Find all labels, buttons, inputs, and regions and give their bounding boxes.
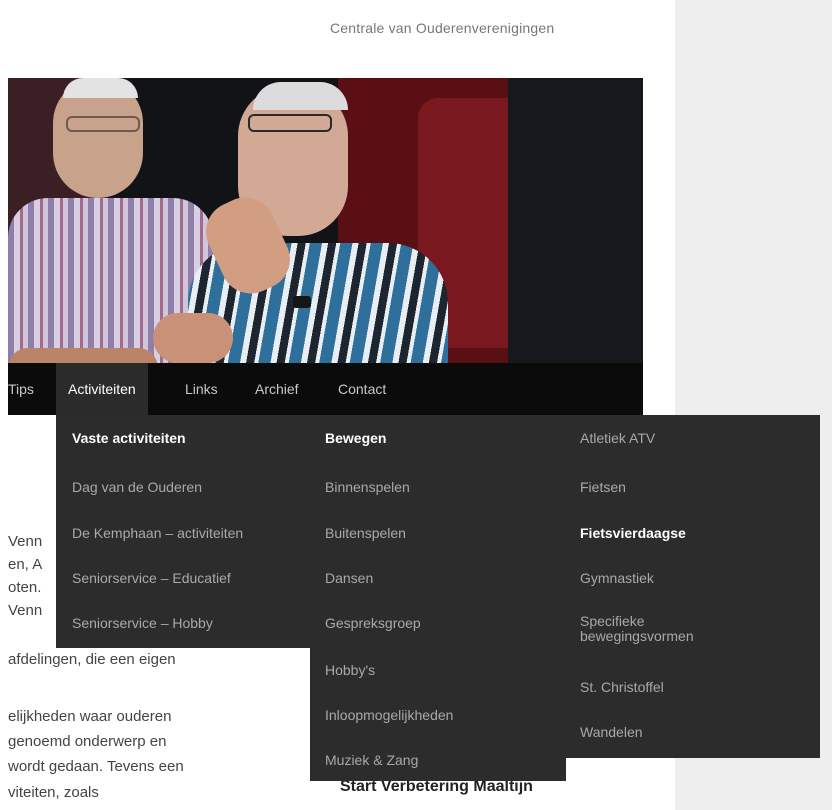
menu-item-de-kemphaan-activiteiten[interactable]: De Kemphaan – activiteiten (72, 525, 243, 541)
nav-item-archief[interactable]: Archief (243, 363, 311, 415)
photo-person-left-hair (63, 78, 138, 98)
menu-item-seniorservice-educatief[interactable]: Seniorservice – Educatief (72, 570, 231, 586)
menu-item-hobbys[interactable]: Hobby's (325, 662, 375, 678)
menu-item-binnenspelen[interactable]: Binnenspelen (325, 479, 410, 495)
menu-item-gymnastiek[interactable]: Gymnastiek (580, 570, 654, 586)
menu-item-atletiek-atv[interactable]: Atletiek ATV (580, 430, 655, 446)
mega-menu-column-3-extension (566, 648, 820, 758)
body-text-line: genoemd onderwerp en (8, 733, 167, 750)
nav-item-links[interactable]: Links (173, 363, 230, 415)
body-text-line: afdelingen, die een eigen (8, 651, 176, 668)
nav-item-tips[interactable]: Tips (0, 363, 46, 415)
menu-heading-vaste-activiteiten[interactable]: Vaste activiteiten (72, 430, 186, 446)
menu-item-st-christoffel[interactable]: St. Christoffel (580, 679, 664, 695)
main-navigation: Tips Activiteiten Links Archief Contact (8, 363, 643, 415)
menu-heading-bewegen[interactable]: Bewegen (325, 430, 386, 446)
photo-background-dark (508, 78, 643, 363)
menu-item-dansen[interactable]: Dansen (325, 570, 373, 586)
menu-item-fietsvierdaagse[interactable]: Fietsvierdaagse (580, 525, 686, 541)
body-text-line: oten. (8, 579, 42, 596)
site-tagline: Centrale van Ouderenverenigingen (330, 20, 555, 36)
nav-item-activiteiten[interactable]: Activiteiten (56, 363, 148, 415)
photo-person-left-glasses (66, 116, 140, 132)
menu-item-buitenspelen[interactable]: Buitenspelen (325, 525, 406, 541)
photo-person-right-glasses (248, 114, 332, 132)
body-text-line: viteiten, zoals (8, 784, 99, 801)
photo-person-left-arm (8, 348, 158, 363)
body-text-line: wordt gedaan. Tevens een (8, 758, 184, 775)
hero-photo (8, 78, 643, 363)
body-text-line: Venn (8, 602, 43, 619)
menu-item-inloopmogelijkheden[interactable]: Inloopmogelijkheden (325, 707, 453, 723)
photo-person-right-hair (253, 82, 348, 110)
menu-item-fietsen[interactable]: Fietsen (580, 479, 626, 495)
menu-item-seniorservice-hobby[interactable]: Seniorservice – Hobby (72, 615, 213, 631)
body-text-line: elijkheden waar ouderen (8, 708, 172, 725)
menu-item-gespreksgroep[interactable]: Gespreksgroep (325, 615, 421, 631)
menu-item-dag-van-de-ouderen[interactable]: Dag van de Ouderen (72, 479, 202, 495)
body-text-line: Venn (8, 533, 43, 550)
body-text-line: en, A (8, 556, 43, 573)
photo-wristwatch (293, 296, 311, 308)
menu-item-specifieke-bewegingsvormen[interactable]: Specifieke bewegingsvormen (580, 614, 750, 644)
photo-person-right-hand-lower (153, 313, 233, 363)
nav-item-contact[interactable]: Contact (326, 363, 398, 415)
menu-item-wandelen[interactable]: Wandelen (580, 724, 643, 740)
menu-item-muziek-en-zang[interactable]: Muziek & Zang (325, 752, 418, 768)
